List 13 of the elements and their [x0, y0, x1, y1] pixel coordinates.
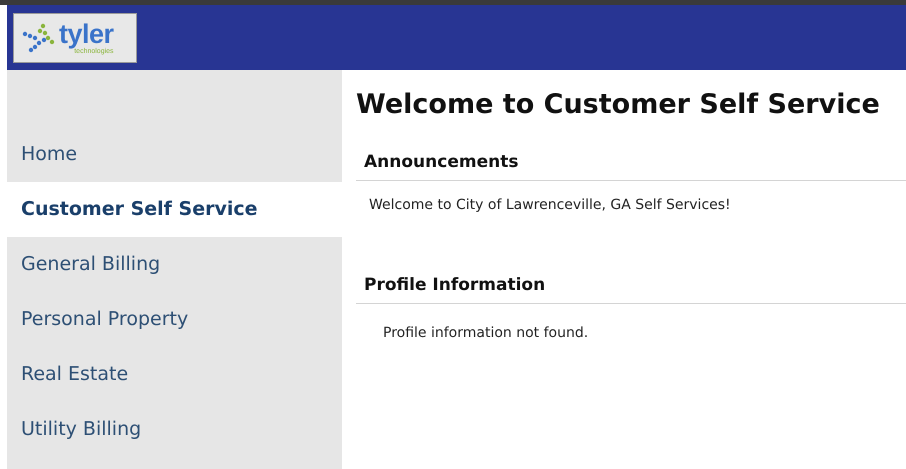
sidebar-item[interactable]: Home [7, 127, 342, 182]
dots-icon [21, 22, 55, 52]
profile-message: Profile information not found. [382, 324, 590, 341]
sidebar-item[interactable]: General Billing [7, 237, 342, 292]
sidebar-item[interactable]: Customer Self Service [7, 182, 342, 237]
sidebar-item[interactable]: Utility Billing [7, 402, 342, 457]
section-heading: Announcements [356, 152, 906, 181]
page-title: Welcome to Customer Self Service [356, 89, 881, 120]
sidebar-item[interactable]: Personal Property [7, 292, 342, 347]
section-heading: Profile Information [356, 275, 906, 304]
sidebar-item[interactable]: Real Estate [7, 347, 342, 402]
logo-name: tyler [59, 20, 114, 48]
announcement-text: Welcome to City of Lawrenceville, GA Self Services! [368, 196, 732, 215]
